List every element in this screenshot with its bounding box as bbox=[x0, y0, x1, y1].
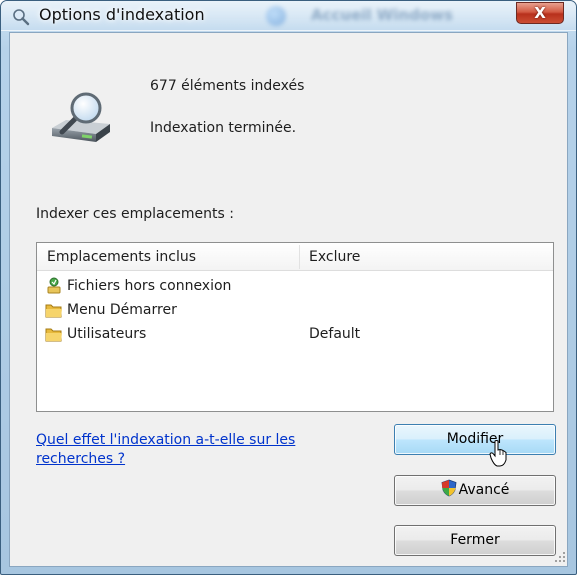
resize-grip-icon[interactable] bbox=[554, 551, 566, 563]
close-window-button[interactable]: X bbox=[516, 2, 564, 24]
indexing-drive-magnifier-icon bbox=[52, 92, 110, 142]
column-divider[interactable] bbox=[299, 245, 300, 269]
modify-button[interactable]: Modifier bbox=[394, 424, 556, 455]
list-item[interactable]: Menu Démarrer bbox=[37, 299, 553, 323]
advanced-button[interactable]: Avancé bbox=[394, 475, 556, 506]
indexing-options-window: Options d'indexation Accueil Windows X 6… bbox=[0, 0, 577, 575]
locations-section-label: Indexer ces emplacements : bbox=[36, 206, 234, 222]
windows-logo-icon bbox=[266, 6, 286, 26]
title-bar[interactable]: Options d'indexation Accueil Windows X bbox=[1, 1, 576, 31]
uac-shield-icon bbox=[441, 479, 457, 497]
indexing-status: Indexation terminée. bbox=[150, 120, 297, 136]
location-name: Menu Démarrer bbox=[67, 302, 177, 318]
list-item[interactable]: Fichiers hors connexion bbox=[37, 275, 553, 299]
indexed-count: 677 éléments indexés bbox=[150, 78, 305, 94]
close-button[interactable]: Fermer bbox=[394, 525, 556, 556]
column-header-exclude[interactable]: Exclure bbox=[309, 249, 360, 265]
magnifier-icon bbox=[13, 9, 30, 26]
locations-list[interactable]: Emplacements inclus Exclure Fichiers hor… bbox=[36, 242, 554, 412]
background-window-ghost: Accueil Windows bbox=[266, 3, 496, 29]
advanced-button-label: Avancé bbox=[458, 482, 510, 498]
location-name: Utilisateurs bbox=[67, 326, 147, 342]
indexing-help-link[interactable]: Quel effet l'indexation a-t-elle sur les… bbox=[36, 431, 326, 469]
mouse-cursor-icon bbox=[489, 440, 507, 467]
folder-icon bbox=[45, 328, 62, 342]
dialog-body: 677 éléments indexés Indexation terminée… bbox=[9, 32, 568, 567]
column-header-included[interactable]: Emplacements inclus bbox=[47, 249, 196, 265]
offline-files-icon bbox=[47, 277, 61, 294]
background-window-title: Accueil Windows bbox=[311, 6, 453, 24]
location-exclude: Default bbox=[309, 326, 361, 342]
folder-icon bbox=[45, 304, 62, 318]
list-header: Emplacements inclus Exclure bbox=[37, 243, 553, 271]
location-name: Fichiers hors connexion bbox=[67, 278, 232, 294]
list-item[interactable]: Utilisateurs Default bbox=[37, 323, 553, 347]
window-title: Options d'indexation bbox=[39, 5, 205, 24]
